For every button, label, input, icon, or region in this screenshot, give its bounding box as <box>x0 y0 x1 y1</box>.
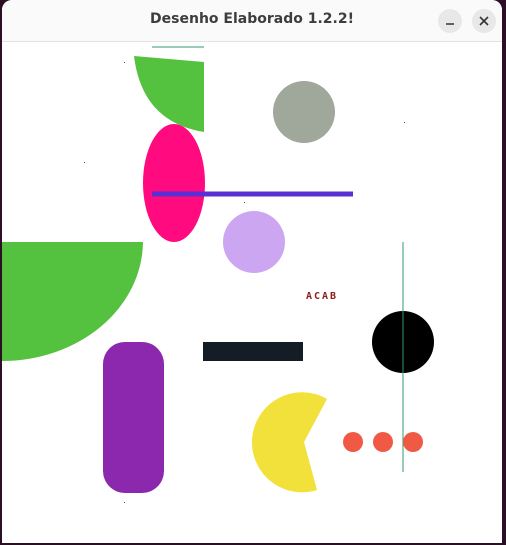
drawing-surface: ACAB <box>2 46 434 503</box>
gray-circle <box>273 81 335 143</box>
title-bar[interactable]: Desenho Elaborado 1.2.2! <box>2 0 502 42</box>
speck <box>124 502 125 503</box>
pellet-dot <box>403 432 423 452</box>
speck <box>404 122 405 123</box>
navy-bar <box>203 342 303 361</box>
speck <box>244 202 245 203</box>
minimize-button[interactable] <box>438 9 462 33</box>
green-wedge-top <box>134 56 204 132</box>
pellet-dot <box>343 432 363 452</box>
close-icon <box>479 16 489 26</box>
pellet-dot <box>373 432 393 452</box>
speck <box>84 162 85 163</box>
magenta-ellipse <box>143 124 205 242</box>
app-window: Desenho Elaborado 1.2.2! ACAB <box>2 0 502 543</box>
acab-label: ACAB <box>306 291 338 302</box>
purple-rounded-rect <box>103 342 164 493</box>
close-button[interactable] <box>472 9 496 33</box>
window-title: Desenho Elaborado 1.2.2! <box>150 11 354 27</box>
pacman-shape <box>252 392 327 493</box>
speck <box>124 62 125 63</box>
minimize-icon <box>446 23 454 25</box>
drawing-canvas[interactable]: ACAB <box>2 42 502 543</box>
lavender-circle <box>223 211 285 273</box>
